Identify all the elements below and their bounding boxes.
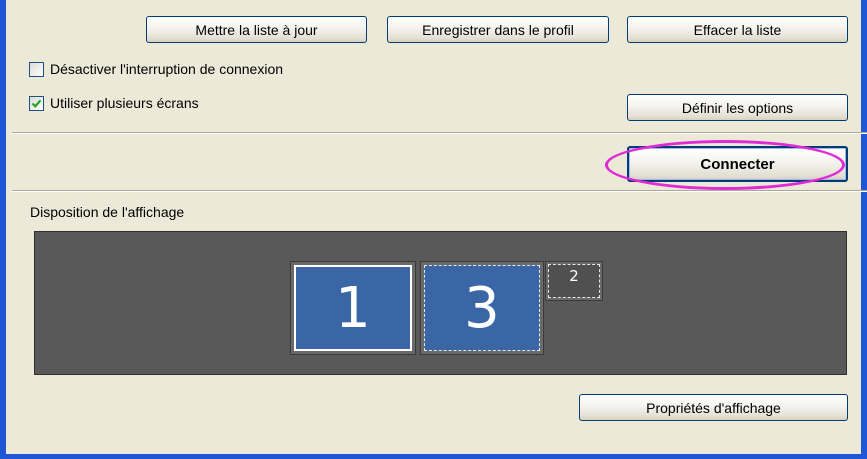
disable-interruption-option[interactable]: Désactiver l'interruption de connexion — [29, 61, 283, 77]
display-layout-title: Disposition de l'affichage — [30, 204, 185, 220]
multiple-screens-checkbox[interactable] — [29, 95, 44, 111]
save-to-profile-button[interactable]: Enregistrer dans le profil — [387, 16, 609, 43]
update-list-button[interactable]: Mettre la liste à jour — [146, 16, 367, 43]
checkmark-icon — [31, 99, 42, 108]
connect-button[interactable]: Connecter — [627, 146, 848, 182]
disable-interruption-label: Désactiver l'interruption de connexion — [50, 61, 284, 77]
display-layout-area: 1 3 2 — [34, 231, 847, 375]
display-properties-button[interactable]: Propriétés d'affichage — [579, 394, 848, 421]
multiple-screens-label: Utiliser plusieurs écrans — [50, 95, 199, 111]
clear-list-button[interactable]: Effacer la liste — [627, 16, 848, 43]
multiple-screens-option[interactable]: Utiliser plusieurs écrans — [29, 95, 199, 111]
monitor-3[interactable]: 3 — [424, 265, 540, 351]
disable-interruption-checkbox[interactable] — [29, 61, 44, 77]
divider-bottom — [12, 190, 867, 192]
dialog-window: Mettre la liste à jour Enregistrer dans … — [0, 0, 867, 459]
monitor-1[interactable]: 1 — [294, 265, 412, 351]
define-options-button[interactable]: Définir les options — [627, 94, 848, 121]
monitor-2[interactable]: 2 — [548, 264, 600, 298]
divider-top — [12, 132, 867, 134]
